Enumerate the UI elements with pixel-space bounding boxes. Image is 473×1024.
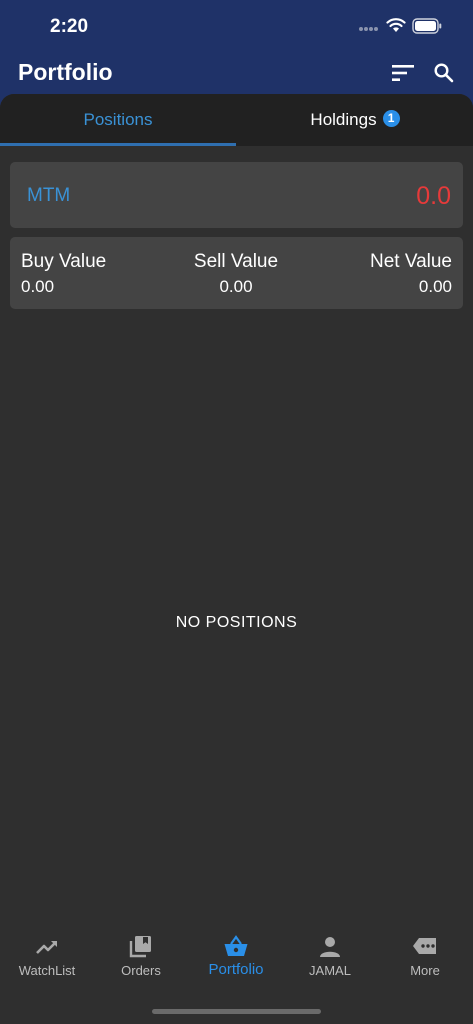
home-indicator (152, 1009, 321, 1014)
nav-orders-label: Orders (121, 963, 161, 978)
search-icon[interactable] (432, 61, 456, 85)
nav-portfolio[interactable]: Portfolio (189, 926, 283, 986)
trending-up-icon (36, 941, 57, 954)
portfolio-sheet: Positions Holdings 1 MTM 0.0 Buy Value 0… (0, 94, 473, 1024)
summary-card: Buy Value 0.00 Sell Value 0.00 Net Value… (10, 237, 463, 309)
net-value-label: Net Value (369, 251, 452, 272)
person-icon (320, 937, 340, 957)
nav-more-label: More (410, 963, 440, 978)
nav-watchlist-label: WatchList (18, 963, 76, 978)
sell-value-amount: 0.00 (219, 277, 253, 296)
sort-icon[interactable] (391, 63, 415, 83)
empty-state-message: NO POSITIONS (175, 614, 298, 631)
nav-profile-label: JAMAL (309, 963, 351, 978)
status-time: 2:20 (50, 16, 89, 37)
library-books-icon (129, 936, 151, 958)
tab-positions-label: Positions (83, 110, 153, 129)
status-bar: 2:20 (0, 0, 473, 54)
nav-portfolio-label: Portfolio (208, 961, 264, 978)
active-tab-indicator (0, 143, 236, 146)
nav-orders[interactable]: Orders (94, 926, 188, 986)
more-tag-icon (413, 938, 436, 954)
tab-bar: Positions Holdings 1 (0, 94, 473, 146)
bottom-navigation: WatchList Orders Portfolio JAMAL More (0, 926, 473, 986)
mtm-label: MTM (27, 185, 71, 206)
battery-icon (412, 18, 442, 34)
buy-value-group: Buy Value 0.00 (21, 250, 106, 299)
basket-icon (224, 935, 248, 956)
mtm-card: MTM 0.0 (10, 162, 463, 228)
holdings-count-badge: 1 (382, 109, 400, 127)
page-title: Portfolio (18, 59, 113, 85)
nav-more[interactable]: More (378, 926, 472, 986)
net-value-group: Net Value 0.00 (370, 250, 452, 299)
mtm-value: 0.0 (416, 182, 451, 210)
tab-holdings[interactable]: Holdings 1 (237, 94, 473, 146)
sell-value-label: Sell Value (193, 251, 279, 272)
sell-value-group: Sell Value 0.00 (160, 250, 312, 299)
tab-holdings-label: Holdings (310, 110, 377, 129)
nav-profile[interactable]: JAMAL (283, 926, 377, 986)
buy-value-amount: 0.00 (21, 277, 55, 296)
buy-value-label: Buy Value (21, 251, 107, 272)
wifi-icon (386, 18, 406, 32)
net-value-amount: 0.00 (418, 277, 452, 296)
signal-icon (359, 27, 378, 31)
nav-watchlist[interactable]: WatchList (0, 926, 94, 986)
tab-positions[interactable]: Positions (0, 94, 236, 146)
